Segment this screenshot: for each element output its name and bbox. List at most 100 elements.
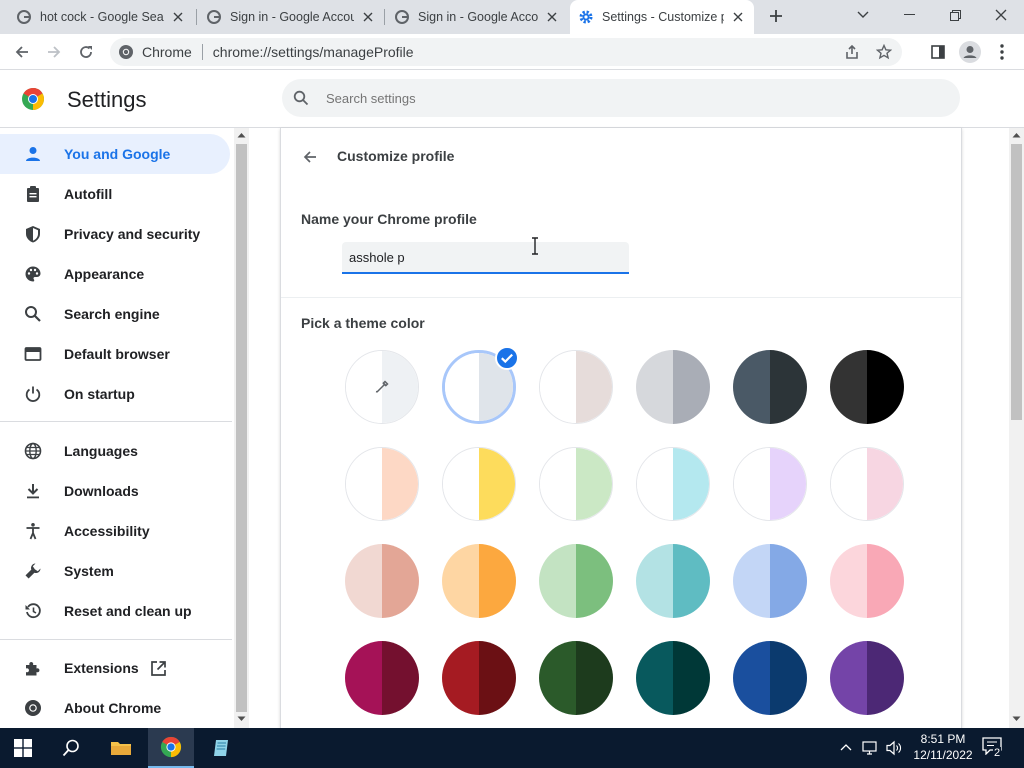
sidebar-item-accessibility[interactable]: Accessibility xyxy=(0,511,230,551)
arrow-left-icon xyxy=(303,151,316,163)
theme-color-swatch[interactable] xyxy=(442,447,516,521)
network-icon[interactable] xyxy=(862,740,880,756)
theme-color-swatch[interactable] xyxy=(636,641,710,715)
shield-icon xyxy=(26,226,40,243)
theme-color-swatch[interactable] xyxy=(733,350,807,424)
scrollbar-thumb[interactable] xyxy=(1011,144,1022,420)
plus-icon xyxy=(770,10,782,22)
sidebar-item-default-browser[interactable]: Default browser xyxy=(0,334,230,374)
close-window-button[interactable] xyxy=(978,0,1024,30)
scroll-down-arrow-icon[interactable] xyxy=(237,716,246,722)
tab-search-button[interactable] xyxy=(840,0,886,30)
theme-color-swatch[interactable] xyxy=(733,447,807,521)
bookmark-star-icon[interactable] xyxy=(876,44,892,60)
taskbar-clock[interactable]: 8:51 PM 12/11/2022 xyxy=(910,731,976,763)
notepad-taskbar-button[interactable] xyxy=(198,728,244,768)
theme-color-swatch[interactable] xyxy=(636,447,710,521)
sidebar-item-system[interactable]: System xyxy=(0,551,230,591)
chrome-logo-icon xyxy=(160,736,182,758)
volume-icon[interactable] xyxy=(886,740,902,756)
theme-color-swatch[interactable] xyxy=(442,544,516,618)
chrome-icon xyxy=(119,45,133,59)
file-explorer-button[interactable] xyxy=(98,728,144,768)
sidebar-scrollbar[interactable] xyxy=(234,128,249,728)
settings-header: Settings xyxy=(0,70,1024,128)
sidebar-item-privacy-and-security[interactable]: Privacy and security xyxy=(0,214,230,254)
theme-color-swatch[interactable] xyxy=(442,641,516,715)
restore-button[interactable] xyxy=(932,0,978,30)
close-tab-icon[interactable] xyxy=(544,9,560,25)
start-button[interactable] xyxy=(0,728,46,768)
sidebar-item-autofill[interactable]: Autofill xyxy=(0,174,230,214)
main-content: Customize profile Name your Chrome profi… xyxy=(249,128,1009,728)
scroll-up-arrow-icon[interactable] xyxy=(1012,132,1021,138)
theme-color-swatch[interactable] xyxy=(539,447,613,521)
site-chip: Chrome xyxy=(142,44,192,60)
theme-color-swatch[interactable] xyxy=(636,544,710,618)
chrome-taskbar-button[interactable] xyxy=(148,728,194,768)
tab-1[interactable]: hot cock - Google Sear xyxy=(8,0,194,34)
divider xyxy=(281,297,961,298)
sidebar-item-reset-and-clean-up[interactable]: Reset and clean up xyxy=(0,591,230,631)
theme-color-swatch[interactable] xyxy=(345,641,419,715)
theme-color-swatch[interactable] xyxy=(539,350,613,424)
back-button[interactable] xyxy=(8,38,36,66)
puzzle-icon xyxy=(26,662,40,676)
profile-name-input[interactable] xyxy=(342,242,629,274)
theme-color-swatch[interactable] xyxy=(539,544,613,618)
share-icon[interactable] xyxy=(844,44,860,60)
theme-color-swatch[interactable] xyxy=(636,350,710,424)
main-scrollbar[interactable] xyxy=(1009,128,1024,728)
scroll-up-arrow-icon[interactable] xyxy=(237,132,246,138)
tab-title: Settings - Customize p xyxy=(602,10,724,24)
menu-button[interactable] xyxy=(988,38,1016,66)
search-settings-input[interactable] xyxy=(326,90,926,106)
palette-icon xyxy=(25,266,41,282)
open-in-new-icon xyxy=(151,661,166,676)
sidebar-item-search-engine[interactable]: Search engine xyxy=(0,294,230,334)
theme-color-swatch[interactable] xyxy=(345,447,419,521)
divider xyxy=(0,639,232,640)
theme-color-swatch[interactable] xyxy=(830,641,904,715)
sidebar-item-about-chrome[interactable]: About Chrome xyxy=(0,688,230,728)
theme-color-swatch[interactable] xyxy=(830,447,904,521)
close-tab-icon[interactable] xyxy=(170,9,186,25)
selected-check-icon xyxy=(495,346,519,370)
search-settings-box[interactable] xyxy=(282,79,960,117)
chevron-up-icon[interactable] xyxy=(840,743,852,751)
sidebar-item-extensions[interactable]: Extensions xyxy=(0,648,230,688)
tab-3[interactable]: Sign in - Google Accou xyxy=(386,0,568,34)
taskbar-search-button[interactable] xyxy=(48,728,94,768)
text-cursor-icon xyxy=(532,237,538,255)
sidebar-item-label: Reset and clean up xyxy=(64,603,192,619)
notification-center-button[interactable]: 2 xyxy=(982,737,1008,759)
subpage-title: Customize profile xyxy=(337,148,455,164)
address-bar[interactable]: Chrome chrome://settings/manageProfile xyxy=(110,38,902,66)
new-tab-button[interactable] xyxy=(762,2,790,30)
tab-4-active[interactable]: Settings - Customize p xyxy=(570,0,754,34)
sidebar-item-on-startup[interactable]: On startup xyxy=(0,374,230,414)
scroll-down-arrow-icon[interactable] xyxy=(1012,716,1021,722)
theme-color-swatch[interactable] xyxy=(733,641,807,715)
side-panel-button[interactable] xyxy=(924,38,952,66)
theme-color-swatch[interactable] xyxy=(830,350,904,424)
tab-2[interactable]: Sign in - Google Accou xyxy=(198,0,384,34)
back-arrow-button[interactable] xyxy=(299,146,321,168)
theme-color-swatch[interactable] xyxy=(733,544,807,618)
sidebar-item-languages[interactable]: Languages xyxy=(0,431,230,471)
theme-color-label: Pick a theme color xyxy=(301,315,425,331)
theme-color-swatch[interactable] xyxy=(830,544,904,618)
close-tab-icon[interactable] xyxy=(360,9,376,25)
sidebar-item-downloads[interactable]: Downloads xyxy=(0,471,230,511)
theme-color-swatch[interactable] xyxy=(539,641,613,715)
minimize-button[interactable] xyxy=(886,0,932,30)
close-tab-icon[interactable] xyxy=(730,9,746,25)
reload-button[interactable] xyxy=(72,38,100,66)
profile-button[interactable] xyxy=(956,38,984,66)
sidebar-item-appearance[interactable]: Appearance xyxy=(0,254,230,294)
scrollbar-thumb[interactable] xyxy=(236,144,247,712)
theme-color-swatch[interactable] xyxy=(345,544,419,618)
forward-button[interactable] xyxy=(40,38,68,66)
divider xyxy=(0,421,232,422)
sidebar-item-you-and-google[interactable]: You and Google xyxy=(0,134,230,174)
